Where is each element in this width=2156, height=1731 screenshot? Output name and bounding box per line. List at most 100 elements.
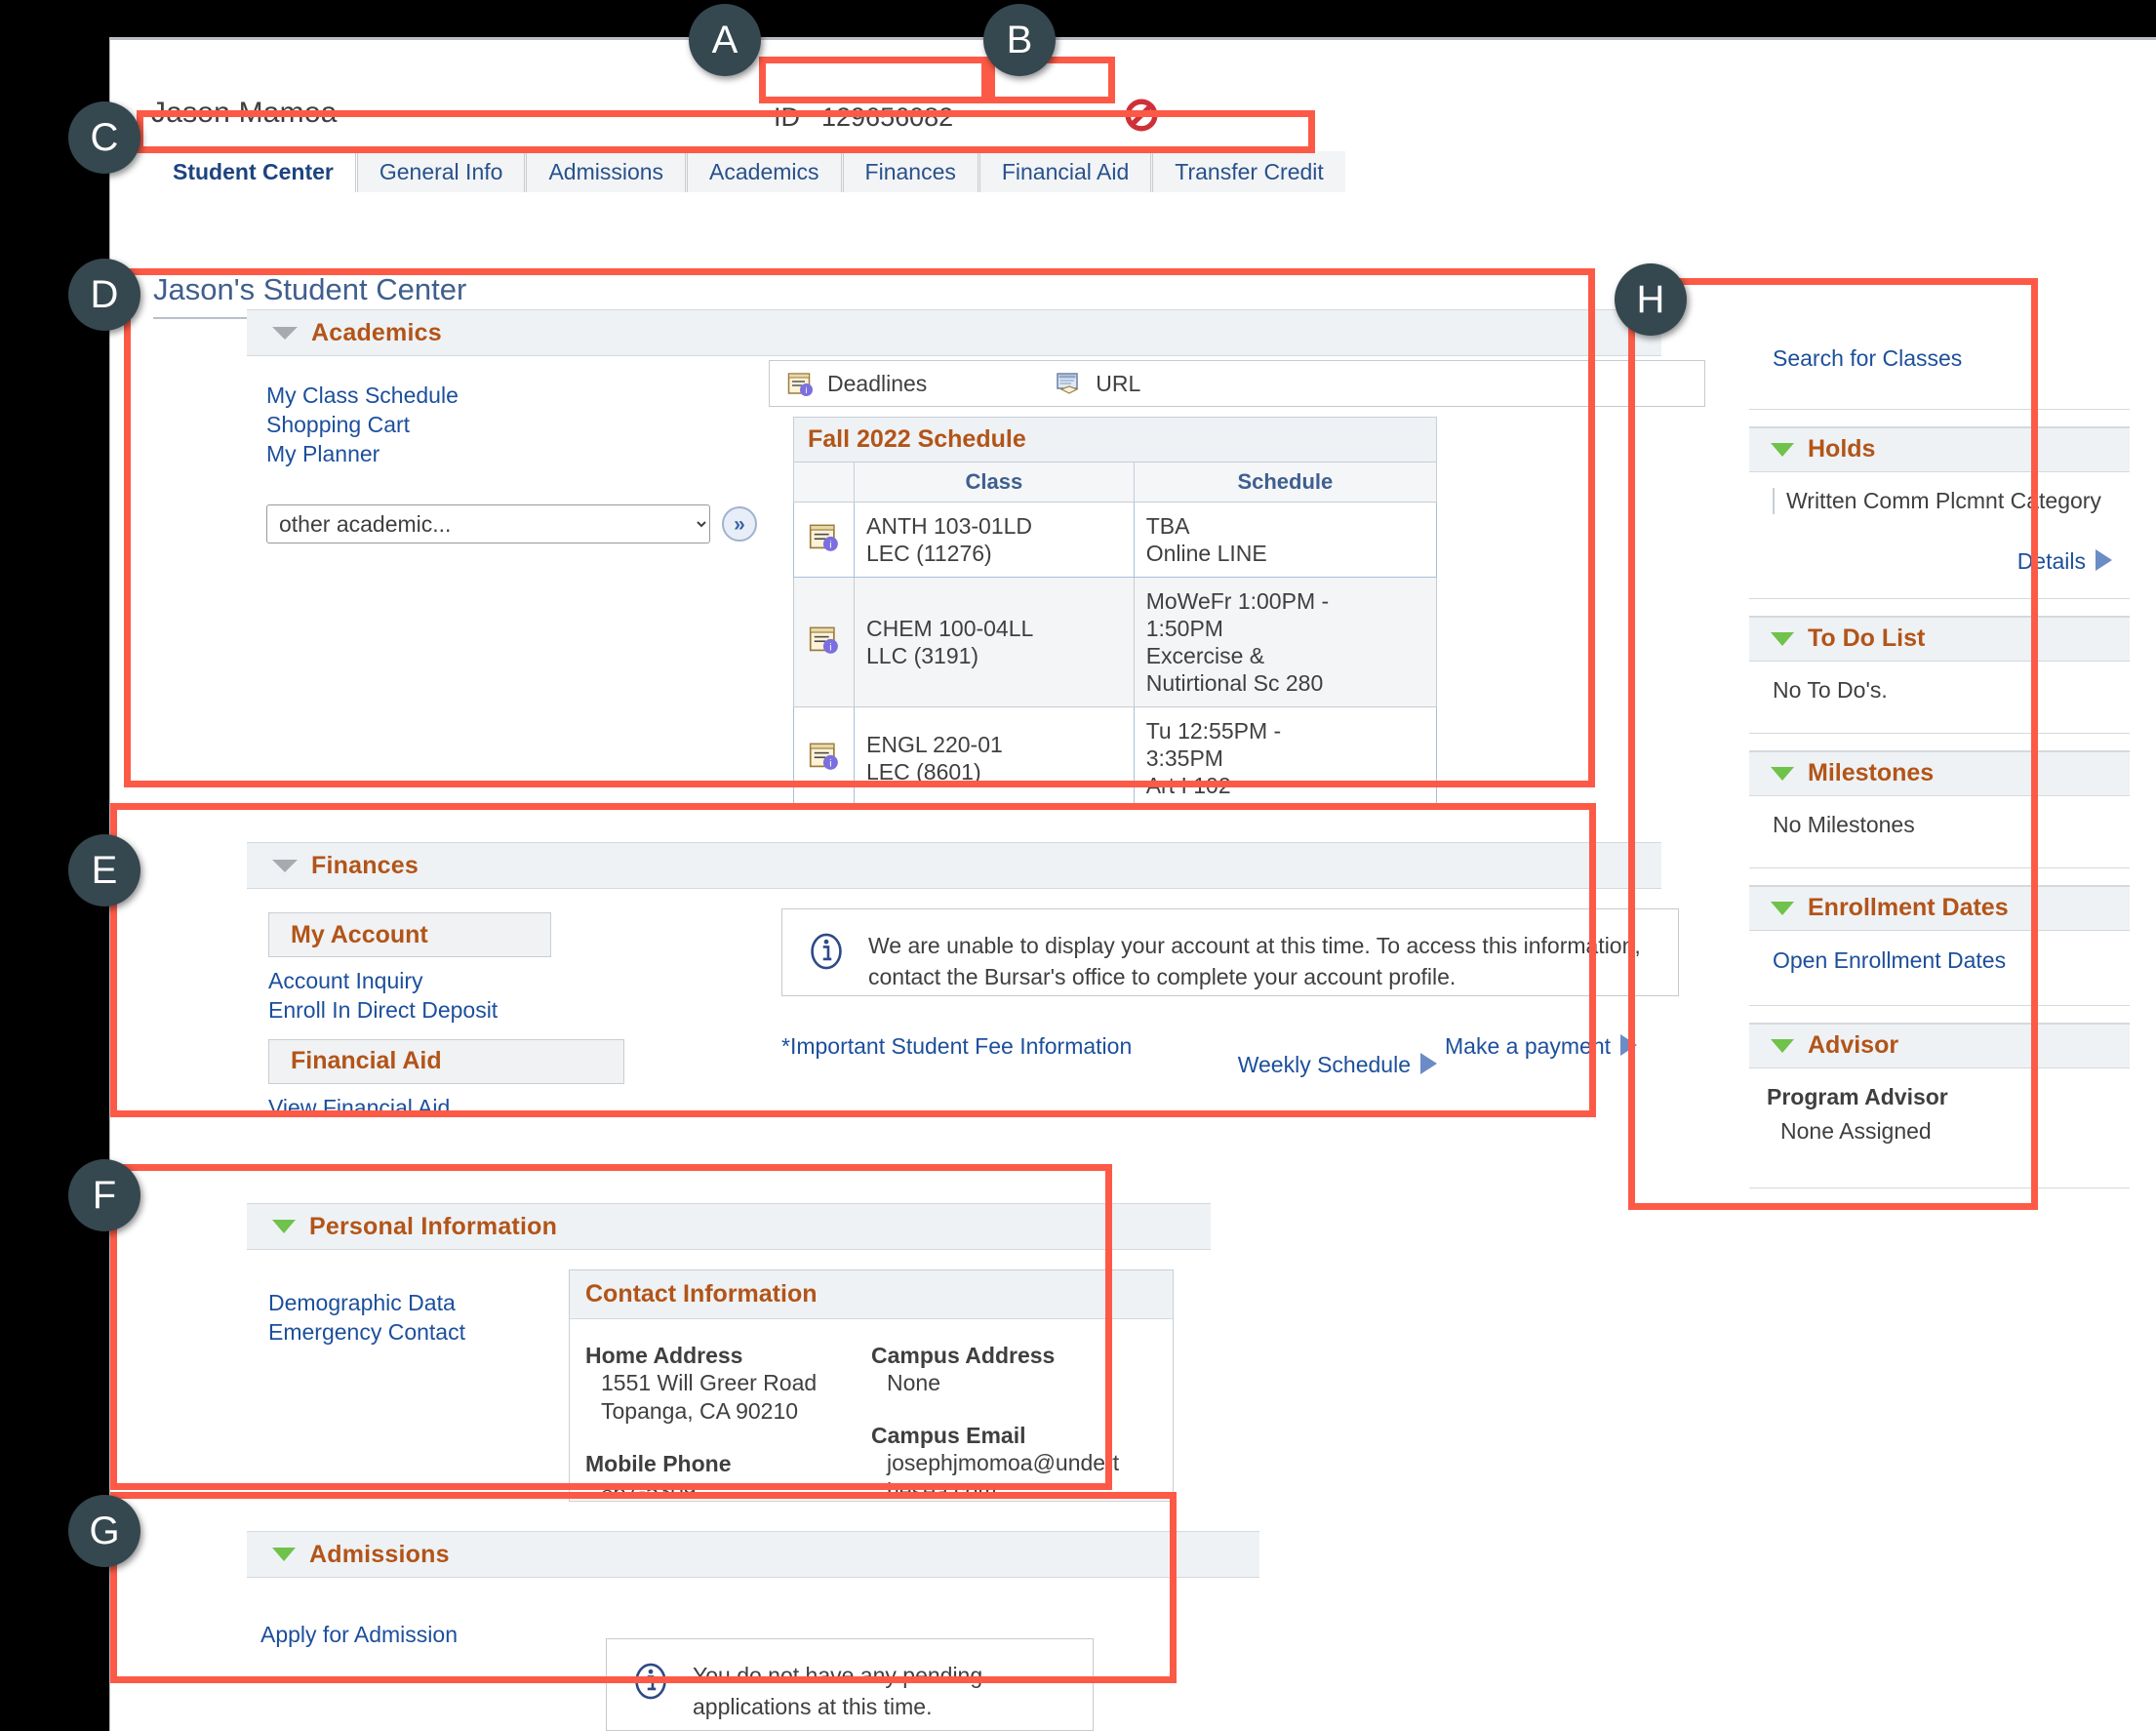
milestones-header[interactable]: Milestones (1749, 750, 2130, 796)
advisor-header-label: Advisor (1808, 1031, 1899, 1060)
link-make-a-payment[interactable]: Make a payment (1445, 1033, 1611, 1059)
link-emergency-contact[interactable]: Emergency Contact (268, 1318, 465, 1348)
finances-header-label: Finances (311, 851, 419, 879)
enrollment-dates-header-label: Enrollment Dates (1808, 894, 2009, 922)
collapse-triangle-icon[interactable] (1771, 631, 1794, 646)
legend-url[interactable]: URL (1056, 371, 1140, 397)
svg-text:i: i (829, 540, 831, 550)
link-account-inquiry[interactable]: Account Inquiry (268, 967, 624, 996)
arrow-right-icon[interactable] (2096, 548, 2112, 571)
other-academic-row: other academic... » (266, 504, 757, 543)
deadlines-icon: i (787, 372, 813, 396)
tab-academics[interactable]: Academics (688, 151, 844, 192)
deadlines-icon[interactable]: i (809, 624, 839, 655)
link-important-student-fee[interactable]: *Important Student Fee Information (781, 1032, 1132, 1062)
sidebar-spacer (1749, 598, 2130, 617)
fall-schedule-table: Fall 2022 Schedule Class Schedule i ANTH… (793, 417, 1438, 811)
todo-empty-text: No To Do's. (1773, 676, 1888, 703)
collapse-triangle-icon[interactable] (272, 1220, 296, 1233)
page-title: Jason's Student Center (153, 272, 467, 306)
holds-body: Written Comm Plcmnt Category Details (1749, 471, 2130, 599)
academics-section: Academics My Class Schedule Shopping Car… (247, 309, 1705, 1077)
link-search-for-classes[interactable]: Search for Classes (1773, 345, 1962, 371)
holds-header[interactable]: Holds (1749, 426, 2130, 472)
link-view-financial-aid[interactable]: View Financial Aid (268, 1094, 624, 1123)
academics-header-label: Academics (311, 318, 442, 346)
row-class: CHEM 100-04LL LLC (3191) (854, 577, 1135, 708)
row-deadlines-icon-cell[interactable]: i (793, 501, 855, 579)
tab-transfer-credit[interactable]: Transfer Credit (1153, 151, 1345, 192)
other-academic-select[interactable]: other academic... (266, 504, 710, 543)
deadlines-icon[interactable]: i (809, 522, 839, 552)
row-schedule: MoWeFr 1:00PM - 1:50PM Excercise & Nutir… (1133, 577, 1438, 708)
campus-address-label: Campus Address (871, 1343, 1056, 1368)
student-id-label: ID (774, 102, 800, 132)
tab-finances[interactable]: Finances (843, 151, 980, 192)
collapse-triangle-icon[interactable] (272, 1548, 296, 1561)
tab-financial-aid[interactable]: Financial Aid (979, 151, 1154, 192)
financial-aid-links: View Financial Aid (268, 1094, 624, 1123)
collapse-triangle-icon[interactable] (1771, 766, 1794, 781)
info-icon (811, 933, 842, 970)
url-icon (1057, 372, 1079, 394)
search-classes-block: Search for Classes (1749, 331, 2130, 410)
legend-deadlines-label: Deadlines (827, 370, 928, 396)
mobile-phone-block: Mobile Phone 867-5309 (585, 1451, 871, 1506)
link-my-class-schedule[interactable]: My Class Schedule (266, 382, 459, 411)
todo-body: No To Do's. (1749, 661, 2130, 734)
arrow-right-icon[interactable] (1620, 1034, 1638, 1056)
collapse-triangle-icon[interactable] (1771, 901, 1794, 915)
link-shopping-cart[interactable]: Shopping Cart (266, 411, 459, 440)
sidebar-spacer (1749, 733, 2130, 751)
row-deadlines-icon-cell[interactable]: i (793, 577, 855, 708)
home-address-block: Home Address 1551 Will Greer Road Topang… (585, 1343, 871, 1426)
link-demographic-data[interactable]: Demographic Data (268, 1289, 465, 1318)
svg-text:i: i (829, 642, 831, 653)
deadlines-icon[interactable]: i (809, 741, 839, 771)
admissions-header[interactable]: Admissions (247, 1531, 1259, 1578)
browser-page: Jason Mamoa ID 129656082 Student Center G… (109, 37, 2156, 1731)
tab-general-info[interactable]: General Info (357, 151, 528, 192)
admissions-notice: You do not have any pending applications… (606, 1638, 1094, 1731)
link-apply-for-admission[interactable]: Apply for Admission (260, 1621, 458, 1650)
mobile-phone-label: Mobile Phone (585, 1450, 732, 1476)
program-advisor-label: Program Advisor (1767, 1083, 1948, 1109)
marker-d: D (68, 259, 140, 331)
marker-h: H (1615, 263, 1687, 336)
go-button[interactable]: » (722, 506, 757, 542)
admissions-header-label: Admissions (309, 1540, 450, 1568)
financial-aid-button[interactable]: Financial Aid (268, 1038, 624, 1084)
campus-address-block: Campus Address None (871, 1343, 1157, 1397)
main-tabs[interactable]: Student Center General Info Admissions A… (151, 151, 1345, 192)
row-deadlines-icon-cell[interactable]: i (793, 706, 855, 811)
legend-bar: i Deadlines URL (769, 360, 1705, 407)
student-name: Jason Mamoa (151, 97, 338, 129)
row-schedule: Tu 12:55PM - 3:35PM Art I 102 (1133, 706, 1438, 811)
todo-header[interactable]: To Do List (1749, 616, 2130, 662)
link-my-planner[interactable]: My Planner (266, 440, 459, 469)
academics-header[interactable]: Academics (247, 309, 1661, 356)
milestones-header-label: Milestones (1808, 759, 1935, 787)
no-entry-icon[interactable] (1125, 99, 1158, 132)
legend-deadlines[interactable]: i Deadlines (787, 371, 927, 397)
link-open-enrollment-dates[interactable]: Open Enrollment Dates (1773, 947, 2006, 973)
personal-header[interactable]: Personal Information (247, 1203, 1211, 1250)
enrollment-dates-header[interactable]: Enrollment Dates (1749, 885, 2130, 931)
my-account-button[interactable]: My Account (268, 912, 551, 957)
campus-email-value: josephjmomoa@underthesea.com (887, 1449, 1120, 1504)
collapse-triangle-icon[interactable] (272, 326, 298, 340)
link-hold-details[interactable]: Details (2017, 548, 2086, 574)
table-row: i ENGL 220-01 LEC (8601) Tu 12:55PM - 3:… (793, 706, 1438, 811)
link-enroll-direct-deposit[interactable]: Enroll In Direct Deposit (268, 996, 624, 1026)
collapse-triangle-icon[interactable] (272, 859, 298, 872)
todo-header-label: To Do List (1808, 624, 1926, 653)
tab-student-center[interactable]: Student Center (151, 151, 358, 192)
tab-admissions[interactable]: Admissions (527, 151, 689, 192)
advisor-header[interactable]: Advisor (1749, 1023, 2130, 1068)
collapse-triangle-icon[interactable] (1771, 442, 1794, 457)
collapse-triangle-icon[interactable] (1771, 1038, 1794, 1053)
finances-header[interactable]: Finances (247, 842, 1661, 889)
info-icon (635, 1663, 666, 1700)
page-header: Jason Mamoa ID 129656082 Student Center G… (110, 40, 2156, 192)
sidebar-spacer (1749, 867, 2130, 886)
